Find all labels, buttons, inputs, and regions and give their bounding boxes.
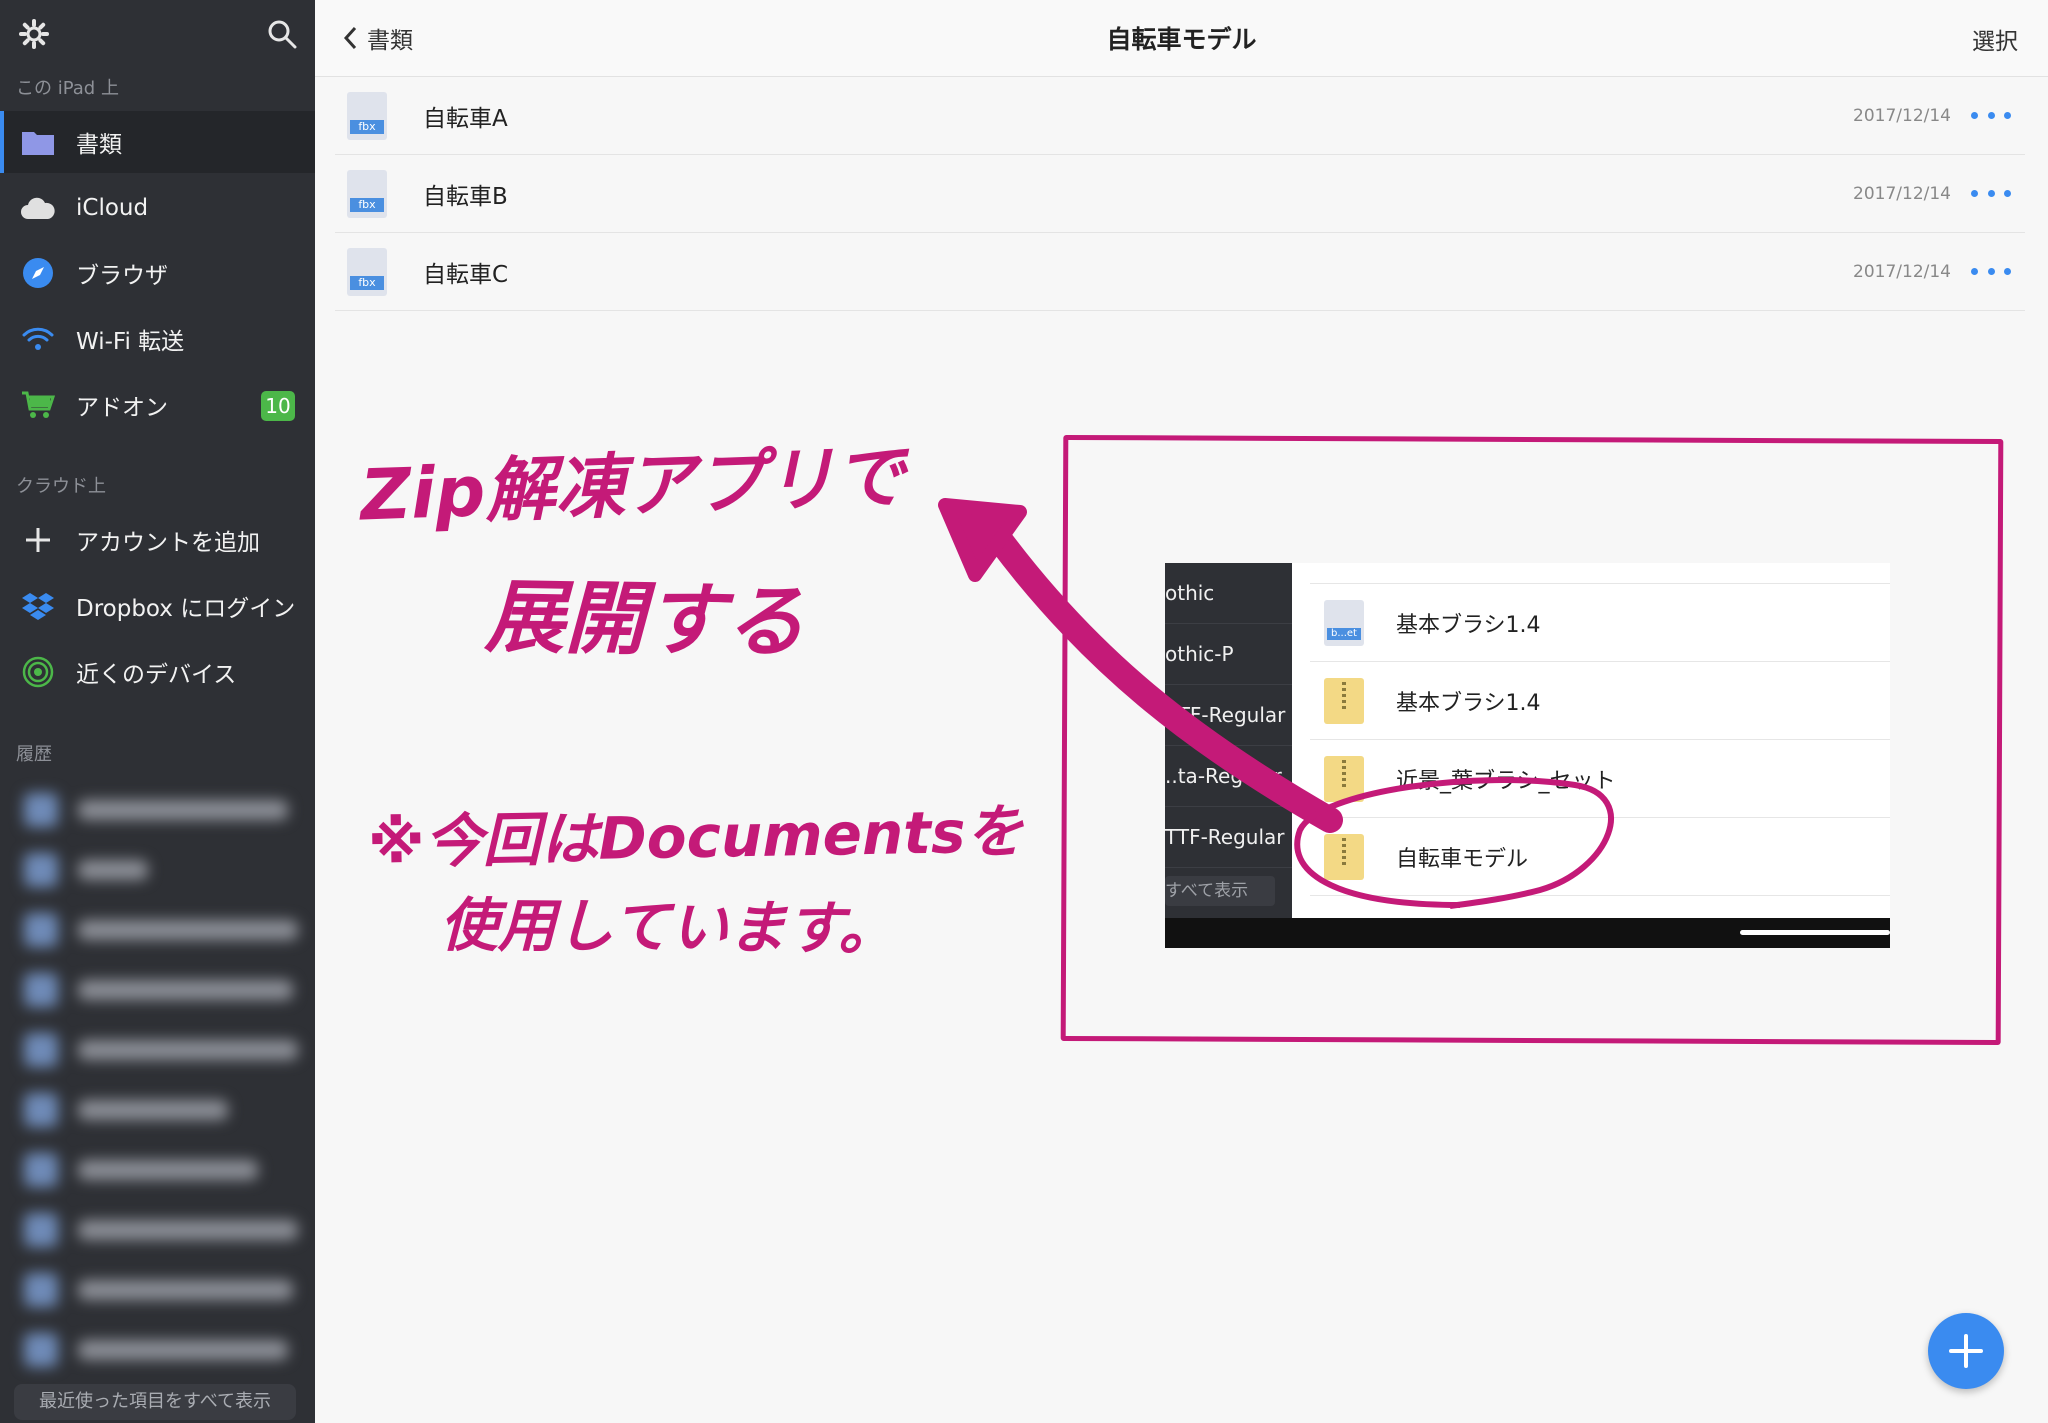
plus-icon (1949, 1334, 1983, 1368)
add-fab-button[interactable] (1928, 1313, 2004, 1389)
annotation-arrow-and-circle (938, 498, 1614, 909)
